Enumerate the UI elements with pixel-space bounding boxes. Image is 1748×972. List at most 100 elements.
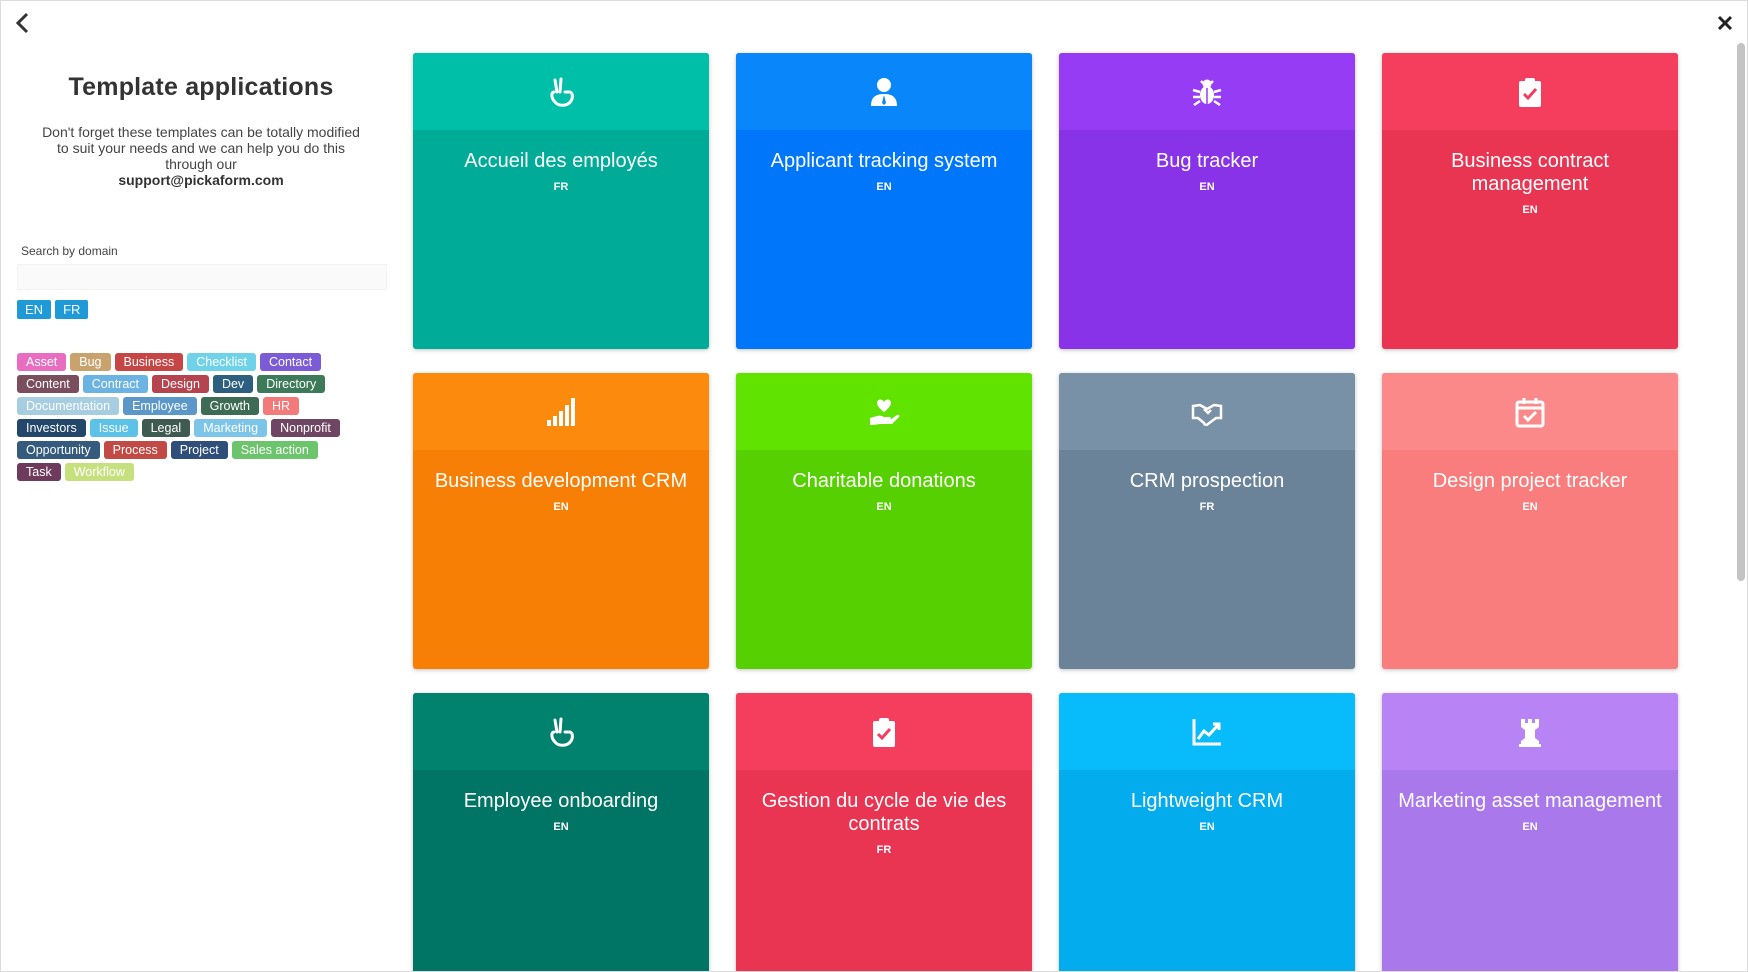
tag-content[interactable]: Content <box>17 375 79 393</box>
template-card[interactable]: Bug tracker EN <box>1059 53 1355 349</box>
language-filter-fr[interactable]: FR <box>55 300 89 319</box>
tag-asset[interactable]: Asset <box>17 353 67 371</box>
template-card-body: Business development CRM EN <box>413 450 709 513</box>
template-card-body: Business contract management EN <box>1382 130 1678 216</box>
template-card-title: Gestion du cycle de vie des contrats <box>761 790 1007 835</box>
template-card-header <box>1382 693 1678 770</box>
tag-checklist[interactable]: Checklist <box>187 353 256 371</box>
tag-contract[interactable]: Contract <box>82 375 149 393</box>
template-card[interactable]: Business contract management EN <box>1382 53 1678 349</box>
tag-workflow[interactable]: Workflow <box>64 463 134 481</box>
tag-opportunity[interactable]: Opportunity <box>17 441 100 459</box>
template-dialog: Template applications Don't forget these… <box>0 0 1748 972</box>
tag-task[interactable]: Task <box>17 463 61 481</box>
scrollbar[interactable] <box>1737 43 1745 581</box>
tag-investors[interactable]: Investors <box>17 419 86 437</box>
tag-directory[interactable]: Directory <box>257 375 326 393</box>
search-input[interactable] <box>17 264 387 290</box>
tag-legal[interactable]: Legal <box>141 419 191 437</box>
template-card[interactable]: Charitable donations EN <box>736 373 1032 669</box>
template-card-language: FR <box>1199 501 1215 513</box>
search-label: Search by domain <box>21 244 118 258</box>
template-card-language: EN <box>876 501 892 513</box>
template-card[interactable]: Applicant tracking system EN <box>736 53 1032 349</box>
close-button[interactable] <box>1711 9 1739 37</box>
tag-marketing[interactable]: Marketing <box>194 419 268 437</box>
tag-employee[interactable]: Employee <box>123 397 197 415</box>
tag-contact[interactable]: Contact <box>259 353 322 371</box>
template-card[interactable]: Marketing asset management EN <box>1382 693 1678 971</box>
tag-growth[interactable]: Growth <box>200 397 259 415</box>
template-card-language: EN <box>1522 501 1538 513</box>
tag-project[interactable]: Project <box>170 441 228 459</box>
sidebar-description-text: Don't forget these templates can be tota… <box>42 124 360 172</box>
template-card-title: Design project tracker <box>1432 470 1628 492</box>
template-card-header <box>413 373 709 450</box>
language-filters: EN FR <box>17 300 401 319</box>
template-card-body: Bug tracker EN <box>1059 130 1355 193</box>
sidebar-title: Template applications <box>68 73 334 101</box>
template-card-body: CRM prospection FR <box>1059 450 1355 513</box>
template-card-body: Design project tracker EN <box>1382 450 1678 513</box>
template-card-header <box>1059 53 1355 130</box>
user-tie-icon <box>871 77 897 106</box>
chart-line-icon <box>1192 718 1221 745</box>
template-card-header <box>1382 373 1678 450</box>
hand-peace-icon <box>550 717 574 747</box>
tag-nonprofit[interactable]: Nonprofit <box>271 419 340 437</box>
template-card-header <box>1382 53 1678 130</box>
template-card-language: EN <box>1199 821 1215 833</box>
template-card-body: Applicant tracking system EN <box>736 130 1032 193</box>
template-card-body: Marketing asset management EN <box>1382 770 1678 833</box>
back-button[interactable] <box>9 9 37 37</box>
chess-rook-icon <box>1519 718 1541 747</box>
template-card[interactable]: Lightweight CRM EN <box>1059 693 1355 971</box>
tag-dev[interactable]: Dev <box>212 375 254 393</box>
tag-bug[interactable]: Bug <box>70 353 111 371</box>
tag-business[interactable]: Business <box>114 353 184 371</box>
template-card-header <box>736 373 1032 450</box>
tag-sales-action[interactable]: Sales action <box>231 441 318 459</box>
template-card-title: Applicant tracking system <box>770 150 998 172</box>
support-email-link[interactable]: support@pickaform.com <box>118 172 283 188</box>
template-card-header <box>1059 693 1355 770</box>
template-card-body: Gestion du cycle de vie des contrats FR <box>736 770 1032 856</box>
chevron-left-icon <box>15 12 29 34</box>
template-card[interactable]: Accueil des employés FR <box>413 53 709 349</box>
language-filter-en[interactable]: EN <box>17 300 52 319</box>
bug-icon <box>1192 79 1222 106</box>
tag-documentation[interactable]: Documentation <box>17 397 120 415</box>
handshake-icon <box>1191 403 1223 426</box>
template-card-header <box>736 693 1032 770</box>
template-card-body: Accueil des employés FR <box>413 130 709 193</box>
tag-process[interactable]: Process <box>103 441 167 459</box>
template-card[interactable]: CRM prospection FR <box>1059 373 1355 669</box>
template-card-language: EN <box>553 501 569 513</box>
template-card-language: EN <box>553 821 569 833</box>
template-card-title: Business contract management <box>1451 150 1609 195</box>
template-card-header <box>1059 373 1355 450</box>
calendar-check-icon <box>1515 397 1545 427</box>
template-card-language: EN <box>1522 821 1538 833</box>
template-card-title: Lightweight CRM <box>1130 790 1284 812</box>
template-card[interactable]: Gestion du cycle de vie des contrats FR <box>736 693 1032 971</box>
domain-tags: Asset Bug Business Checklist Contact Content C… <box>17 353 362 481</box>
tag-hr[interactable]: HR <box>262 397 300 415</box>
signal-icon <box>547 397 575 426</box>
template-card-header <box>413 53 709 130</box>
template-card-title: Employee onboarding <box>463 790 659 812</box>
template-card[interactable]: Business development CRM EN <box>413 373 709 669</box>
template-card[interactable]: Design project tracker EN <box>1382 373 1678 669</box>
template-card[interactable]: Employee onboarding EN <box>413 693 709 971</box>
tag-issue[interactable]: Issue <box>89 419 138 437</box>
clipboard-check-icon <box>873 717 895 747</box>
template-card-title: Marketing asset management <box>1398 790 1662 812</box>
template-card-title: CRM prospection <box>1129 470 1285 492</box>
template-card-language: EN <box>1522 204 1538 216</box>
template-card-header <box>413 693 709 770</box>
template-card-body: Charitable donations EN <box>736 450 1032 513</box>
tag-design[interactable]: Design <box>152 375 209 393</box>
template-card-language: FR <box>876 844 892 856</box>
template-card-title: Bug tracker <box>1155 150 1259 172</box>
template-card-title: Charitable donations <box>792 470 976 492</box>
